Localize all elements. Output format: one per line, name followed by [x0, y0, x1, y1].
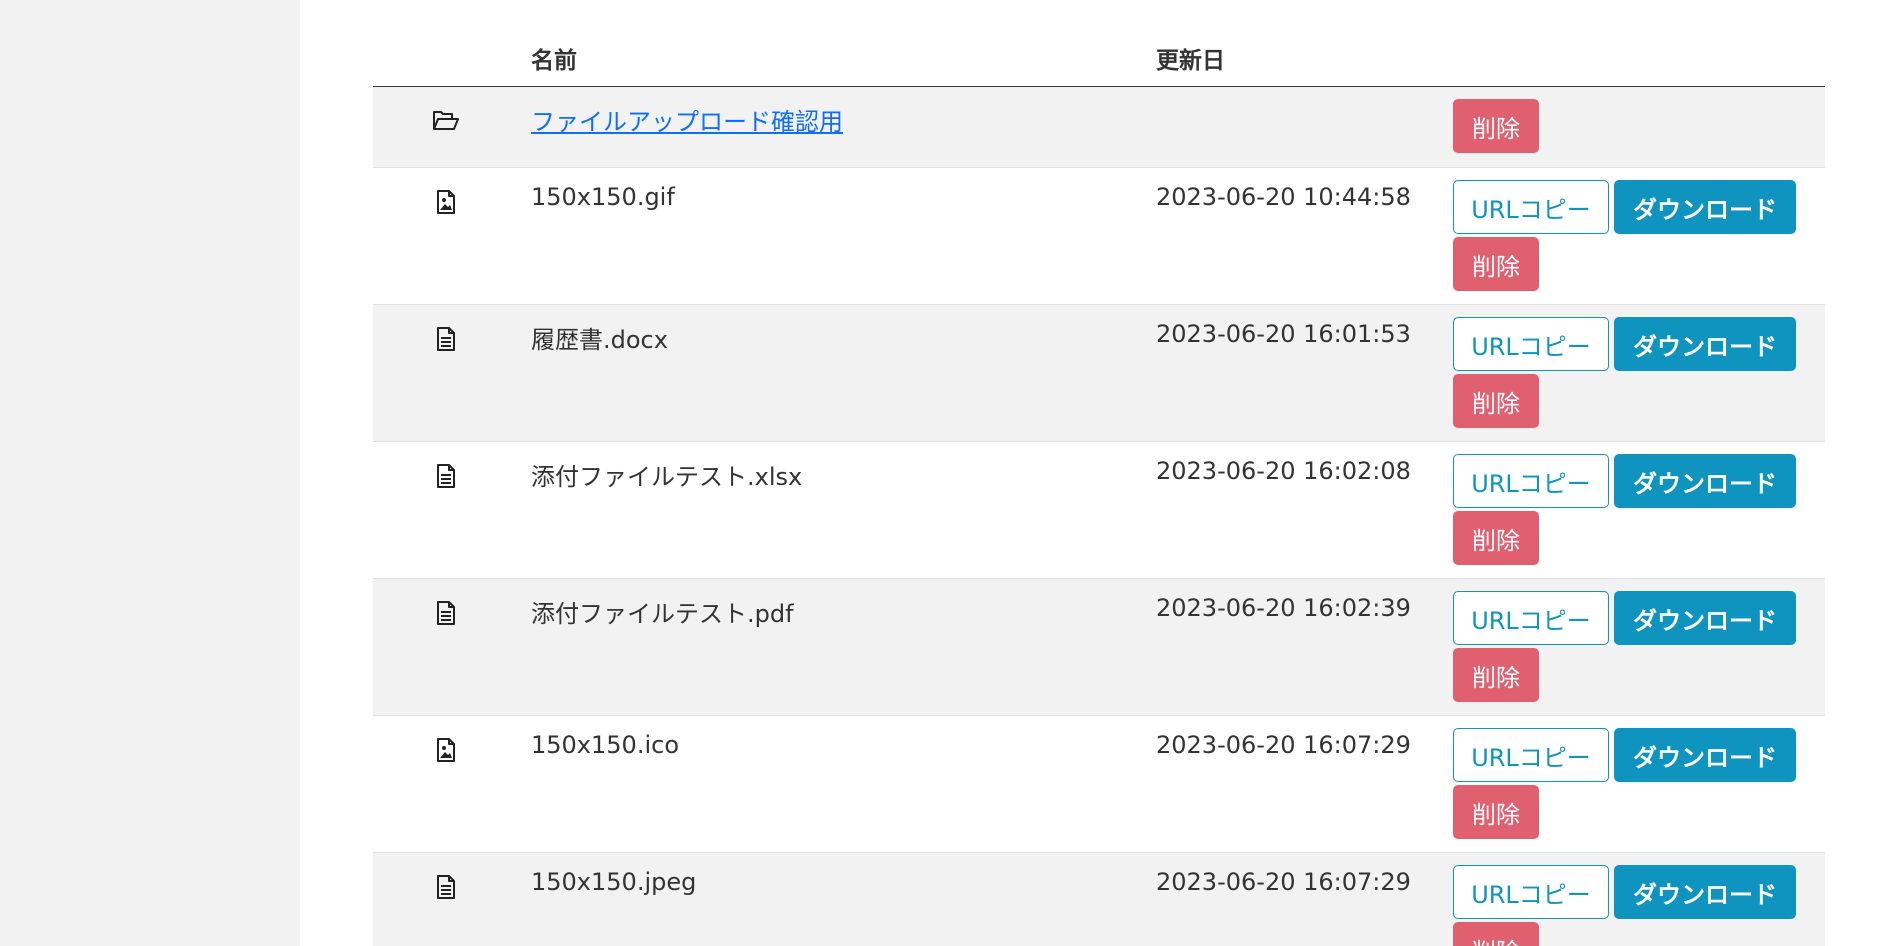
- folder-link[interactable]: ファイルアップロード確認用: [531, 102, 843, 137]
- delete-button[interactable]: 削除: [1453, 648, 1539, 702]
- table-header: 名前 更新日: [373, 30, 1825, 87]
- column-header-date: 更新日: [1156, 48, 1225, 74]
- delete-button[interactable]: 削除: [1453, 99, 1539, 153]
- download-button[interactable]: ダウンロード: [1614, 728, 1796, 782]
- column-header-name: 名前: [531, 48, 577, 74]
- file-date: 2023-06-20 10:44:58: [1156, 183, 1411, 211]
- file-name: 150x150.gif: [531, 183, 675, 211]
- download-button[interactable]: ダウンロード: [1614, 317, 1796, 371]
- folder-open-icon: [431, 106, 461, 136]
- table-row: 150x150.gif 2023-06-20 10:44:58 URLコピー ダ…: [373, 168, 1825, 305]
- table-row: 添付ファイルテスト.pdf 2023-06-20 16:02:39 URLコピー…: [373, 579, 1825, 716]
- url-copy-button[interactable]: URLコピー: [1453, 317, 1609, 371]
- file-name: 添付ファイルテスト.xlsx: [531, 463, 803, 491]
- file-table: 名前 更新日 ファイルアップロード確認用 削除 150x150.gif 2023…: [373, 30, 1825, 946]
- url-copy-button[interactable]: URLコピー: [1453, 180, 1609, 234]
- main-content: 名前 更新日 ファイルアップロード確認用 削除 150x150.gif 2023…: [300, 0, 1897, 946]
- file-image-icon: [431, 187, 461, 217]
- file-text-icon: [431, 598, 461, 628]
- download-button[interactable]: ダウンロード: [1614, 865, 1796, 919]
- table-row: ファイルアップロード確認用 削除: [373, 87, 1825, 168]
- url-copy-button[interactable]: URLコピー: [1453, 591, 1609, 645]
- file-text-icon: [431, 324, 461, 354]
- file-image-icon: [431, 735, 461, 765]
- file-date: 2023-06-20 16:02:39: [1156, 594, 1411, 622]
- file-date: 2023-06-20 16:07:29: [1156, 731, 1411, 759]
- delete-button[interactable]: 削除: [1453, 785, 1539, 839]
- file-date: 2023-06-20 16:07:29: [1156, 868, 1411, 896]
- table-row: 150x150.jpeg 2023-06-20 16:07:29 URLコピー …: [373, 853, 1825, 946]
- table-row: 履歴書.docx 2023-06-20 16:01:53 URLコピー ダウンロ…: [373, 305, 1825, 442]
- table-row: 添付ファイルテスト.xlsx 2023-06-20 16:02:08 URLコピ…: [373, 442, 1825, 579]
- file-date: 2023-06-20 16:02:08: [1156, 457, 1411, 485]
- delete-button[interactable]: 削除: [1453, 511, 1539, 565]
- file-text-icon: [431, 461, 461, 491]
- file-name: 150x150.ico: [531, 731, 679, 759]
- delete-button[interactable]: 削除: [1453, 237, 1539, 291]
- url-copy-button[interactable]: URLコピー: [1453, 865, 1609, 919]
- file-text-icon: [431, 872, 461, 902]
- download-button[interactable]: ダウンロード: [1614, 454, 1796, 508]
- delete-button[interactable]: 削除: [1453, 374, 1539, 428]
- download-button[interactable]: ダウンロード: [1614, 180, 1796, 234]
- file-name: 150x150.jpeg: [531, 868, 697, 896]
- file-name: 添付ファイルテスト.pdf: [531, 600, 794, 628]
- table-row: 150x150.ico 2023-06-20 16:07:29 URLコピー ダ…: [373, 716, 1825, 853]
- delete-button[interactable]: 削除: [1453, 922, 1539, 946]
- url-copy-button[interactable]: URLコピー: [1453, 728, 1609, 782]
- file-date: 2023-06-20 16:01:53: [1156, 320, 1411, 348]
- download-button[interactable]: ダウンロード: [1614, 591, 1796, 645]
- url-copy-button[interactable]: URLコピー: [1453, 454, 1609, 508]
- sidebar: [0, 0, 300, 946]
- file-name: 履歴書.docx: [531, 326, 668, 354]
